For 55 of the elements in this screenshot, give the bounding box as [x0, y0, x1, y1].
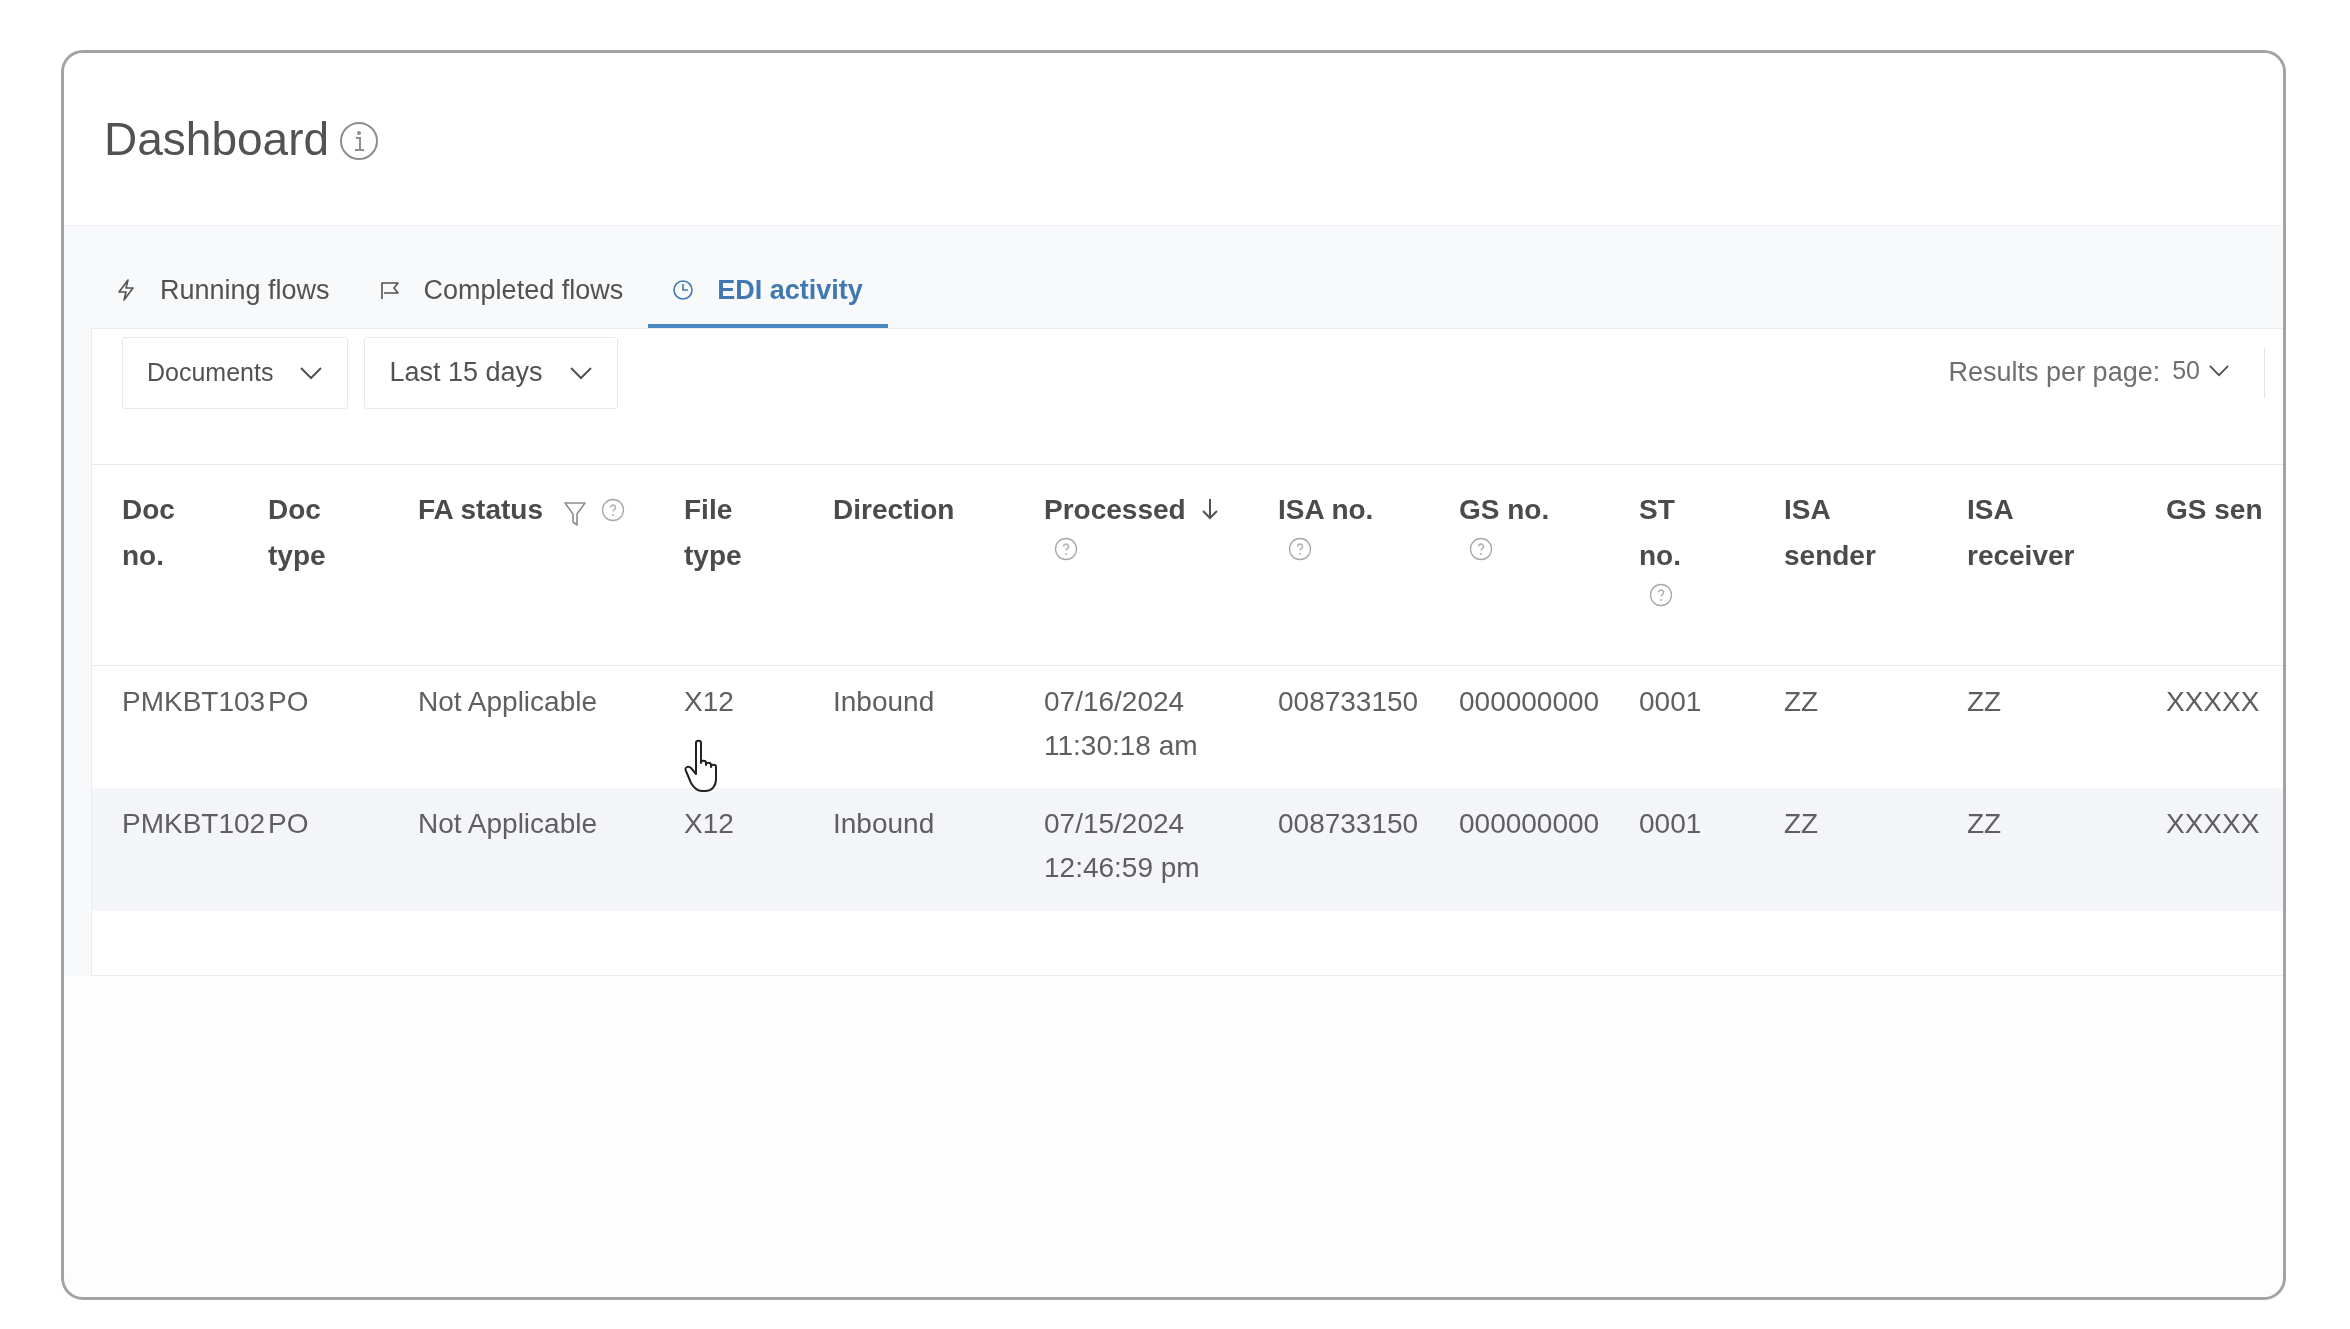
tab[interactable]: Running flows: [91, 266, 355, 328]
table-cell: PMKBT102: [122, 808, 266, 839]
table-cell-text: 07/15/2024 12:46:59 pm: [1044, 807, 1201, 885]
column-header: Doc type: [268, 493, 327, 573]
table-cell: ZZ: [1967, 808, 2002, 839]
help-icon[interactable]: [1288, 537, 1312, 561]
table-cell: XXXXX: [2166, 685, 2260, 717]
column-header: FA status: [418, 493, 543, 527]
table-cell: Not Applicable: [418, 685, 597, 717]
tab[interactable]: Completed flows: [354, 266, 649, 328]
table-cell: ZZ: [1784, 685, 1819, 717]
table-cell: Inbound: [833, 685, 935, 717]
clock-icon: [671, 278, 696, 302]
help-icon[interactable]: [1649, 583, 1673, 607]
column-header: Processed: [1044, 493, 1186, 527]
chevron-down-icon: [299, 365, 324, 380]
column-header: ISA sender: [1784, 493, 1877, 573]
table-cell: X12: [684, 808, 734, 839]
table-cell: XXXXX: [2166, 808, 2260, 839]
column-header: File type: [684, 493, 743, 573]
page-title: Dashboard: [104, 112, 330, 166]
table-cell: PMKBT103: [122, 685, 266, 717]
table-cell: ZZ: [1967, 685, 2002, 717]
table-cell: Inbound: [833, 808, 935, 839]
help-icon[interactable]: [601, 498, 625, 522]
table-cell: X12: [684, 685, 734, 717]
results-per-page-dropdown[interactable]: 50: [2168, 356, 2234, 385]
chevron-down-icon: [2208, 364, 2230, 377]
dropdown[interactable]: Last 15 days: [364, 336, 618, 409]
arrow-down-icon[interactable]: [1199, 497, 1220, 521]
dropdown[interactable]: Documents: [122, 336, 349, 409]
column-header: ISA no.: [1278, 493, 1374, 527]
table-cell: 0001: [1639, 808, 1702, 839]
table-cell-text: 07/16/2024 11:30:18 am: [1044, 684, 1199, 763]
table-cell: 008733150: [1278, 808, 1419, 839]
column-header: ST no.: [1639, 493, 1682, 573]
help-icon[interactable]: [1469, 537, 1493, 561]
chevron-down-icon: [568, 365, 593, 380]
help-icon[interactable]: [1054, 537, 1078, 561]
table-cell: 0001: [1639, 685, 1702, 717]
table-cell: Not Applicable: [418, 808, 597, 839]
column-header: Direction: [833, 493, 955, 527]
column-header: GS sen: [2166, 493, 2263, 527]
table-cell: 008733150: [1278, 685, 1419, 717]
filter-icon[interactable]: [563, 501, 587, 527]
table-cell: ZZ: [1784, 808, 1819, 839]
column-header: Doc no.: [122, 493, 176, 573]
info-icon[interactable]: [339, 121, 380, 161]
table-cell: PO: [268, 808, 309, 839]
column-header: GS no.: [1459, 493, 1550, 527]
table-cell: PO: [268, 685, 309, 717]
table-cell: 000000000: [1459, 808, 1600, 839]
column-header: ISA receiver: [1967, 493, 2076, 573]
results-per-page-label: Results per page:: [1948, 357, 2161, 388]
table-cell: 000000000: [1459, 685, 1600, 717]
